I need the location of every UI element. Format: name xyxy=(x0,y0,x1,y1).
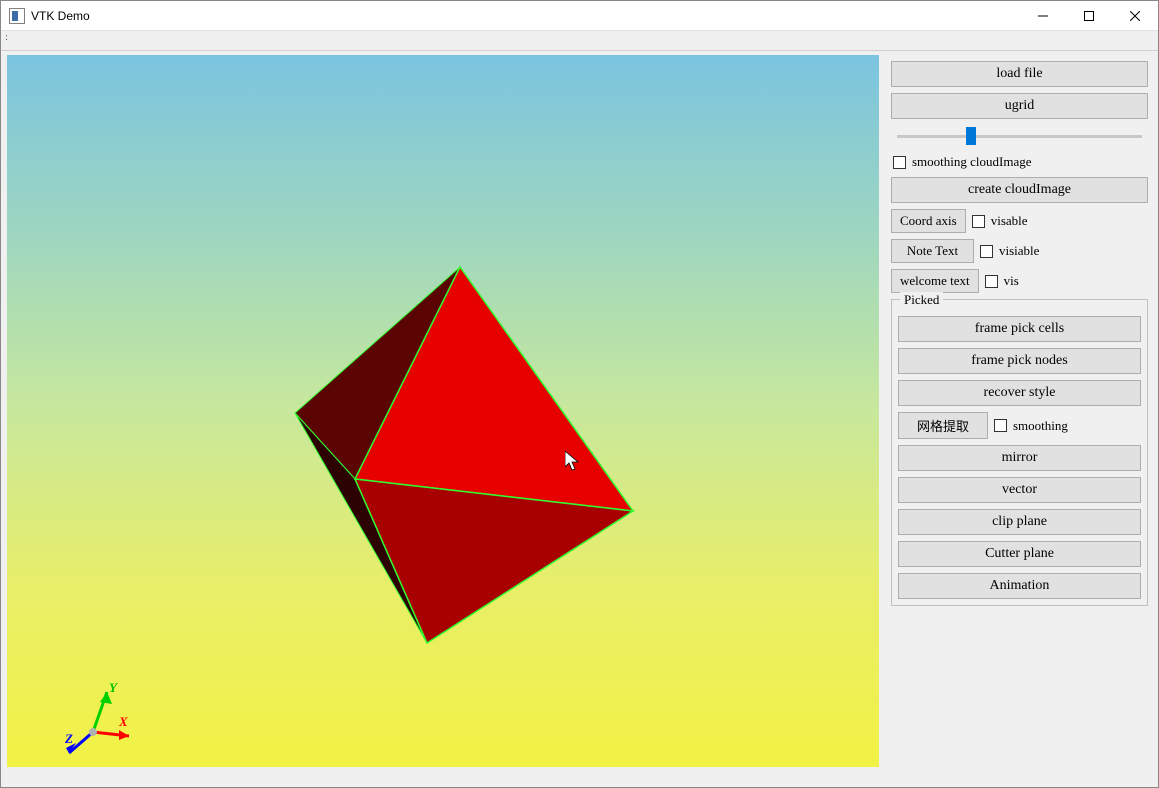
clip-plane-button[interactable]: clip plane xyxy=(898,509,1141,535)
picked-group-label: Picked xyxy=(900,292,943,308)
mirror-button[interactable]: mirror xyxy=(898,445,1141,471)
close-button[interactable] xyxy=(1112,1,1158,30)
smoothing-cloud-label: smoothing cloudImage xyxy=(912,154,1032,170)
sidebar: load file ugrid smoothing cloudImage cre… xyxy=(891,55,1152,781)
cursor-icon xyxy=(565,451,583,473)
mesh-smoothing-checkbox[interactable] xyxy=(994,419,1007,432)
3d-viewport[interactable]: Z X Y xyxy=(7,55,879,767)
menubar: : xyxy=(1,31,1158,51)
coord-axis-check-label: visable xyxy=(991,213,1028,229)
animation-button[interactable]: Animation xyxy=(898,573,1141,599)
mesh-extract-button[interactable]: 网格提取 xyxy=(898,412,988,439)
window-title: VTK Demo xyxy=(31,9,1020,23)
octahedron-shape xyxy=(277,209,637,649)
slider-thumb[interactable] xyxy=(966,127,976,145)
app-icon xyxy=(9,8,25,24)
load-file-button[interactable]: load file xyxy=(891,61,1148,87)
note-text-row: Note Text visiable xyxy=(891,239,1148,263)
minimize-button[interactable] xyxy=(1020,1,1066,30)
vector-button[interactable]: vector xyxy=(898,477,1141,503)
mesh-extract-row: 网格提取 smoothing xyxy=(898,412,1141,439)
slider-track xyxy=(897,135,1142,138)
recover-style-button[interactable]: recover style xyxy=(898,380,1141,406)
svg-text:Y: Y xyxy=(109,680,118,695)
coord-axis-button[interactable]: Coord axis xyxy=(891,209,966,233)
smoothing-cloud-checkbox[interactable] xyxy=(893,156,906,169)
window-controls xyxy=(1020,1,1158,30)
main-content: Z X Y load file ugrid smoothing cloudIma… xyxy=(1,51,1158,787)
maximize-button[interactable] xyxy=(1066,1,1112,30)
svg-text:Z: Z xyxy=(64,731,73,746)
slider[interactable] xyxy=(891,125,1148,147)
welcome-text-button[interactable]: welcome text xyxy=(891,269,979,293)
note-text-check-label: visiable xyxy=(999,243,1039,259)
create-cloud-button[interactable]: create cloudImage xyxy=(891,177,1148,203)
ugrid-button[interactable]: ugrid xyxy=(891,93,1148,119)
axis-widget: Z X Y xyxy=(63,656,153,757)
titlebar: VTK Demo xyxy=(1,1,1158,31)
svg-text:X: X xyxy=(118,714,128,729)
note-text-checkbox[interactable] xyxy=(980,245,993,258)
cutter-plane-button[interactable]: Cutter plane xyxy=(898,541,1141,567)
mesh-smoothing-label: smoothing xyxy=(1013,418,1068,434)
picked-group: Picked frame pick cells frame pick nodes… xyxy=(891,299,1148,606)
smoothing-cloud-row: smoothing cloudImage xyxy=(891,153,1148,171)
coord-axis-row: Coord axis visable xyxy=(891,209,1148,233)
welcome-text-check-label: vis xyxy=(1004,273,1019,289)
frame-pick-nodes-button[interactable]: frame pick nodes xyxy=(898,348,1141,374)
note-text-button[interactable]: Note Text xyxy=(891,239,974,263)
frame-pick-cells-button[interactable]: frame pick cells xyxy=(898,316,1141,342)
welcome-text-checkbox[interactable] xyxy=(985,275,998,288)
coord-axis-checkbox[interactable] xyxy=(972,215,985,228)
welcome-text-row: welcome text vis xyxy=(891,269,1148,293)
